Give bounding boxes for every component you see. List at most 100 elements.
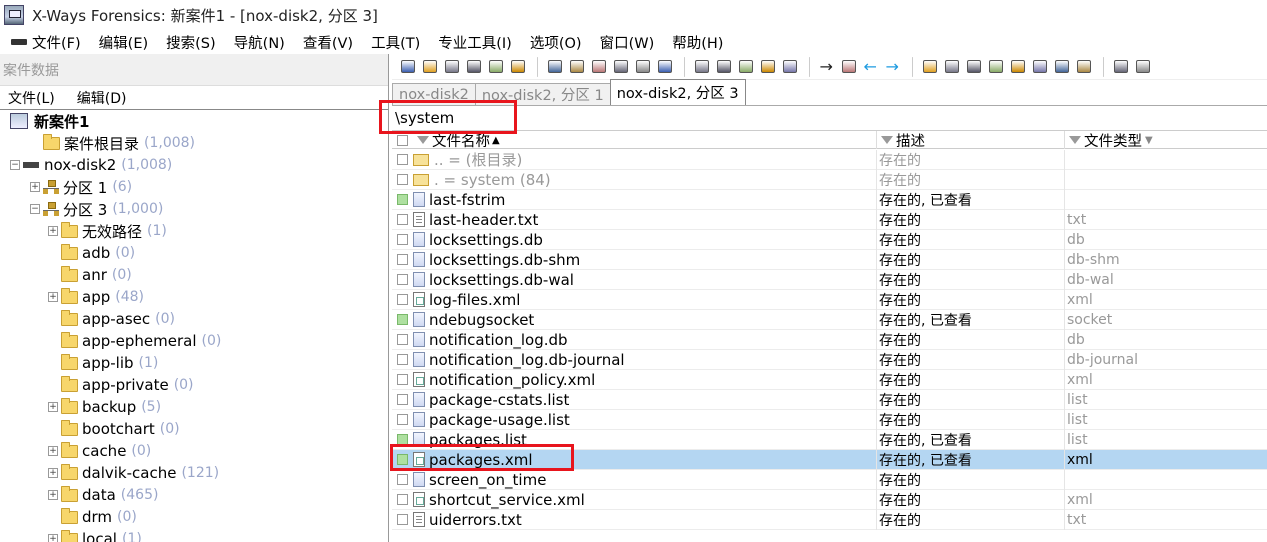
filter-icon[interactable] (417, 136, 429, 144)
file-checkbox[interactable] (397, 314, 408, 325)
file-checkbox[interactable] (397, 274, 408, 285)
zoom-icon[interactable] (1008, 58, 1027, 76)
tree-node[interactable]: bootchart (0) (48, 418, 180, 440)
ram-icon[interactable] (942, 58, 961, 76)
copy-icon[interactable] (567, 58, 586, 76)
menu-search[interactable]: 搜索(S) (166, 32, 216, 53)
table-icon[interactable] (1133, 58, 1152, 76)
expand-icon[interactable]: + (48, 490, 58, 500)
picture-icon[interactable] (1052, 58, 1071, 76)
menu-view[interactable]: 查看(V) (303, 32, 353, 53)
file-checkbox[interactable] (397, 334, 408, 345)
filter-icon[interactable] (881, 136, 893, 144)
file-checkbox[interactable] (397, 294, 408, 305)
file-checkbox[interactable] (397, 474, 408, 485)
menu-specialist[interactable]: 专业工具(I) (438, 32, 512, 53)
print-icon[interactable] (464, 58, 483, 76)
menu-tools[interactable]: 工具(T) (371, 32, 420, 53)
file-checkbox[interactable] (397, 394, 408, 405)
menu-help[interactable]: 帮助(H) (672, 32, 723, 53)
image-icon[interactable] (964, 58, 983, 76)
replace-icon[interactable] (758, 58, 777, 76)
file-checkbox[interactable] (397, 254, 408, 265)
paste-icon[interactable] (589, 58, 608, 76)
find-icon[interactable] (692, 58, 711, 76)
tree-node[interactable]: + backup (5) (48, 396, 161, 418)
chevron-down-icon[interactable]: ▼ (1145, 135, 1153, 146)
tree-node[interactable]: + app (48) (48, 286, 144, 308)
tree-node[interactable]: + 无效路径 (1) (48, 220, 167, 242)
tree-node[interactable]: 案件根目录 (1,008) (30, 132, 195, 154)
export-icon[interactable] (508, 58, 527, 76)
properties-icon[interactable] (486, 58, 505, 76)
tree-node[interactable]: + data (465) (48, 484, 158, 506)
file-row[interactable]: notification_policy.xml 存在的 xml (392, 369, 1267, 390)
file-row[interactable]: packages.xml 存在的, 已查看 xml (392, 449, 1267, 470)
goto-icon[interactable]: → (817, 58, 836, 76)
column-header-name[interactable]: 文件名称 ▲ (392, 131, 877, 150)
file-checkbox[interactable] (397, 454, 408, 465)
menu-options[interactable]: 选项(O) (530, 32, 582, 53)
settings-icon[interactable] (1074, 58, 1093, 76)
file-checkbox[interactable] (397, 434, 408, 445)
tab-1[interactable]: nox-disk2 (392, 83, 476, 105)
file-row[interactable]: . = system (84) 存在的 (392, 169, 1267, 190)
paste-special-icon[interactable] (611, 58, 630, 76)
find-next-icon[interactable] (714, 58, 733, 76)
tree-node[interactable]: − nox-disk2 (1,008) (10, 154, 172, 176)
file-row[interactable]: last-header.txt 存在的 txt (392, 209, 1267, 230)
goto-offset-icon[interactable] (839, 58, 858, 76)
tree-node[interactable]: + 分区 1 (6) (30, 176, 132, 198)
file-row[interactable]: notification_log.db 存在的 db (392, 329, 1267, 350)
tree-node[interactable]: adb (0) (48, 242, 135, 264)
filter-icon[interactable] (1069, 136, 1081, 144)
find-all-icon[interactable] (780, 58, 799, 76)
file-row[interactable]: locksettings.db 存在的 db (392, 229, 1267, 250)
tree-node[interactable]: + cache (0) (48, 440, 151, 462)
disk-icon[interactable] (920, 58, 939, 76)
tree-node[interactable]: 新案件1 (10, 110, 89, 132)
back-icon[interactable]: ← (861, 58, 880, 76)
menu-window[interactable]: 窗口(W) (600, 32, 655, 53)
menu-edit[interactable]: 编辑(E) (99, 32, 148, 53)
open-folder-icon[interactable] (420, 58, 439, 76)
find-hex-icon[interactable] (736, 58, 755, 76)
menu-navigate[interactable]: 导航(N) (234, 32, 285, 53)
copy-hex-icon[interactable] (633, 58, 652, 76)
file-checkbox[interactable] (397, 514, 408, 525)
collapse-icon[interactable]: − (10, 160, 20, 170)
file-checkbox[interactable] (397, 174, 408, 185)
tree-node[interactable]: + local (1) (48, 528, 142, 542)
tree-node[interactable]: app-private (0) (48, 374, 194, 396)
expand-icon[interactable]: + (48, 534, 58, 542)
forward-icon[interactable]: → (883, 58, 902, 76)
tree-node[interactable]: drm (0) (48, 506, 137, 528)
expand-icon[interactable]: + (48, 226, 58, 236)
undo-icon[interactable] (545, 58, 564, 76)
file-row[interactable]: last-fstrim 存在的, 已查看 (392, 189, 1267, 210)
file-checkbox[interactable] (397, 194, 408, 205)
case-menu-edit[interactable]: 编辑(D) (77, 88, 127, 108)
expand-icon[interactable]: + (48, 468, 58, 478)
expand-icon[interactable]: + (30, 182, 40, 192)
hash-icon[interactable] (1030, 58, 1049, 76)
menu-file[interactable]: 文件(F) (32, 32, 81, 53)
select-all-checkbox[interactable] (397, 134, 408, 146)
file-checkbox[interactable] (397, 214, 408, 225)
file-row[interactable]: locksettings.db-wal 存在的 db-wal (392, 269, 1267, 290)
file-checkbox[interactable] (397, 354, 408, 365)
binary-icon[interactable] (655, 58, 674, 76)
expand-icon[interactable]: + (48, 446, 58, 456)
tree-node[interactable]: app-lib (1) (48, 352, 158, 374)
tree-node[interactable]: anr (0) (48, 264, 132, 286)
file-checkbox[interactable] (397, 494, 408, 505)
column-header-description[interactable]: 描述 (877, 131, 1065, 150)
save-icon[interactable] (442, 58, 461, 76)
file-checkbox[interactable] (397, 374, 408, 385)
new-icon[interactable] (398, 58, 417, 76)
expand-icon[interactable]: + (48, 292, 58, 302)
file-row[interactable]: .. = (根目录) 存在的 (392, 149, 1267, 170)
column-header-type[interactable]: 文件类型 ▼ (1065, 131, 1267, 150)
file-row[interactable]: uiderrors.txt 存在的 txt (392, 509, 1267, 530)
file-row[interactable]: package-usage.list 存在的 list (392, 409, 1267, 430)
